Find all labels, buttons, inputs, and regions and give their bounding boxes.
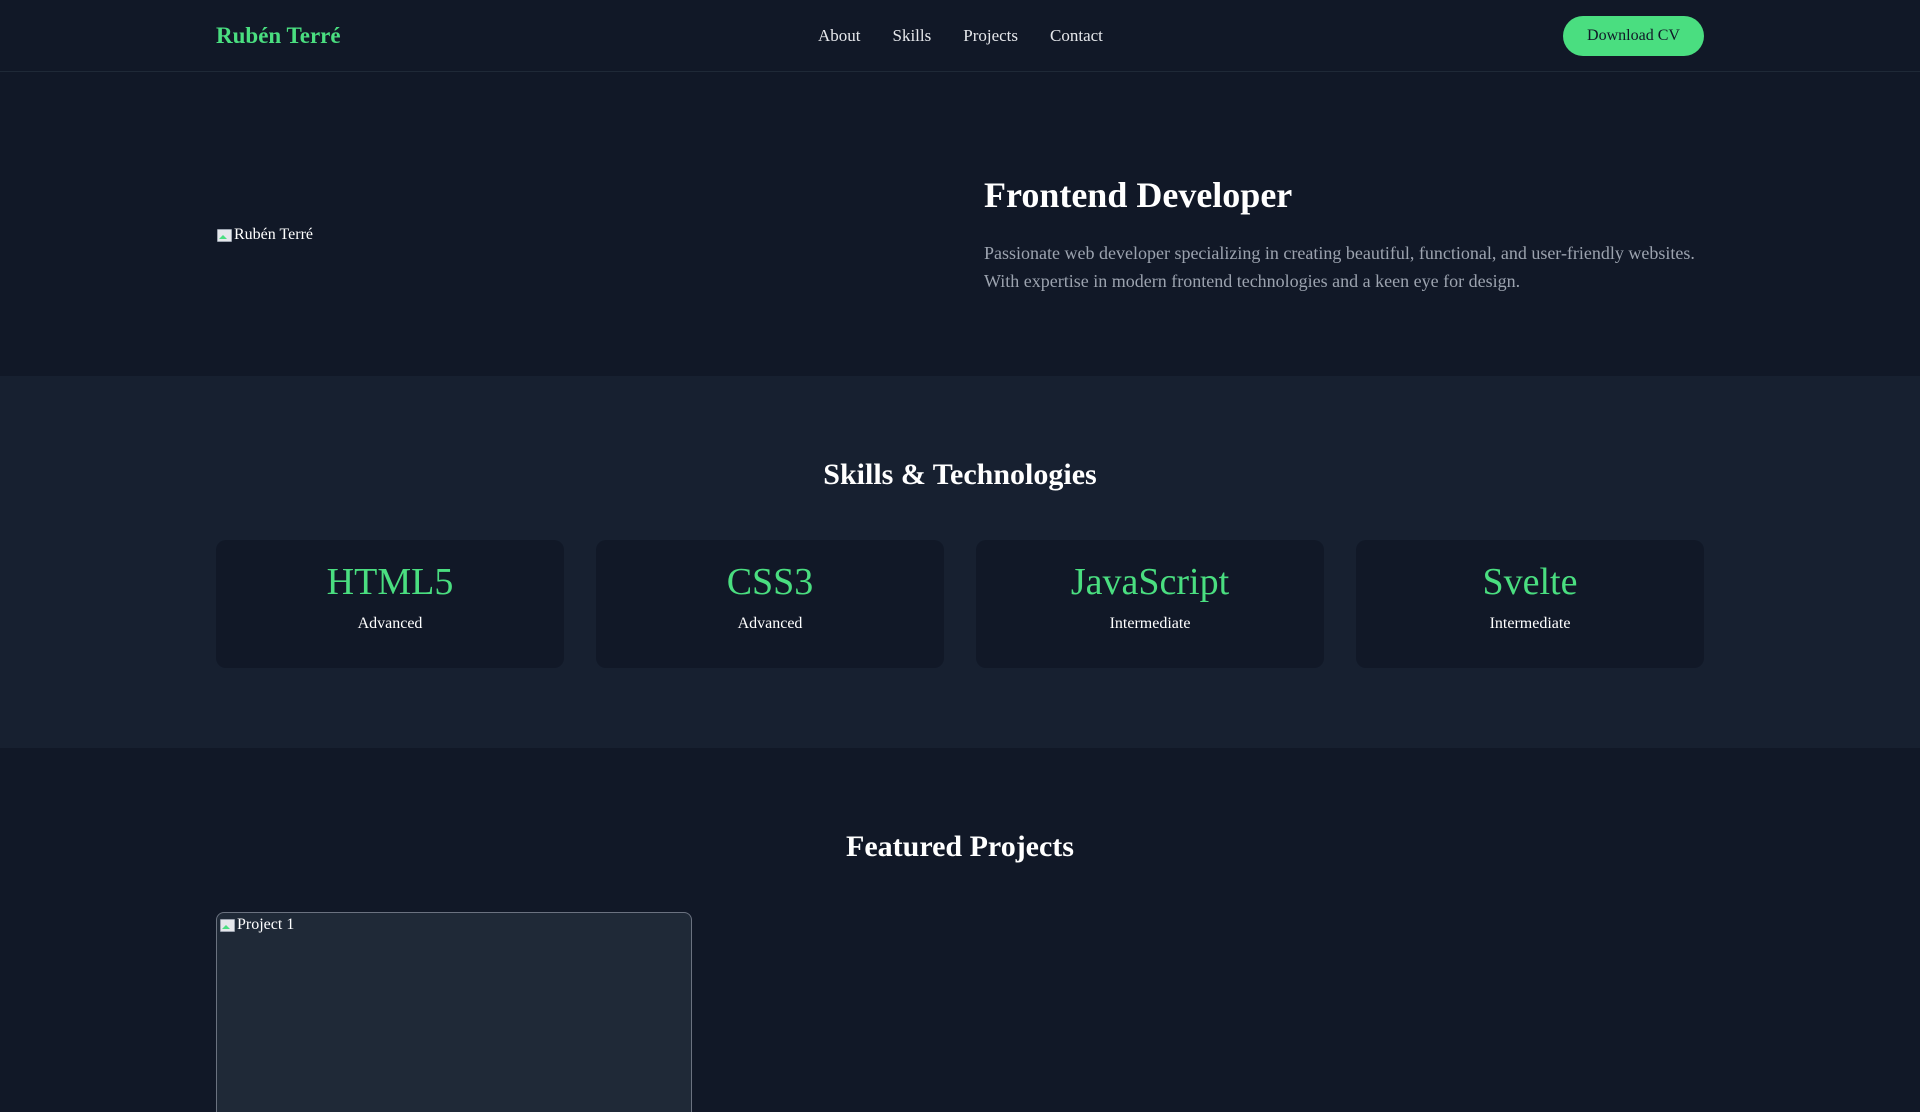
skill-grid: HTML5 Advanced CSS3 Advanced JavaScript … — [216, 540, 1704, 668]
brand-logo[interactable]: Rubén Terré — [216, 22, 341, 50]
nav-projects[interactable]: Projects — [963, 25, 1018, 47]
profile-image-alt: Rubén Terré — [234, 226, 313, 243]
nav-about[interactable]: About — [818, 25, 861, 47]
hero-section: Rubén Terré Frontend Developer Passionat… — [0, 73, 1920, 376]
projects-title: Featured Projects — [846, 830, 1074, 863]
skill-card: HTML5 Advanced — [216, 540, 564, 668]
download-cv-button[interactable]: Download CV — [1563, 16, 1704, 56]
main-nav: About Skills Projects Contact — [818, 25, 1103, 47]
nav-contact[interactable]: Contact — [1050, 25, 1103, 47]
skill-name: HTML5 — [326, 561, 454, 603]
skill-level: Intermediate — [1489, 615, 1571, 632]
projects-section: Featured Projects Project 1 — [0, 748, 1920, 1112]
skills-title: Skills & Technologies — [823, 458, 1097, 491]
site-header: Rubén Terré About Skills Projects Contac… — [0, 0, 1920, 72]
skill-level: Advanced — [737, 615, 803, 632]
skill-name: CSS3 — [726, 561, 814, 603]
skill-level: Intermediate — [1109, 615, 1191, 632]
nav-skills[interactable]: Skills — [893, 25, 932, 47]
skill-name: Svelte — [1482, 561, 1578, 603]
project-image: Project 1 — [219, 915, 294, 935]
broken-image-icon — [219, 917, 235, 933]
skill-card: Svelte Intermediate — [1356, 540, 1704, 668]
profile-image: Rubén Terré — [216, 224, 313, 246]
skill-name: JavaScript — [1070, 561, 1230, 603]
skills-section: Skills & Technologies HTML5 Advanced CSS… — [0, 376, 1920, 748]
hero-title: Frontend Developer — [984, 175, 1293, 215]
hero-description: Passionate web developer specializing in… — [984, 243, 1695, 291]
broken-image-icon — [216, 227, 232, 243]
skill-level: Advanced — [357, 615, 423, 632]
skill-card: CSS3 Advanced — [596, 540, 944, 668]
project-image-alt: Project 1 — [237, 916, 295, 933]
skill-card: JavaScript Intermediate — [976, 540, 1324, 668]
project-card[interactable]: Project 1 — [216, 912, 692, 1112]
